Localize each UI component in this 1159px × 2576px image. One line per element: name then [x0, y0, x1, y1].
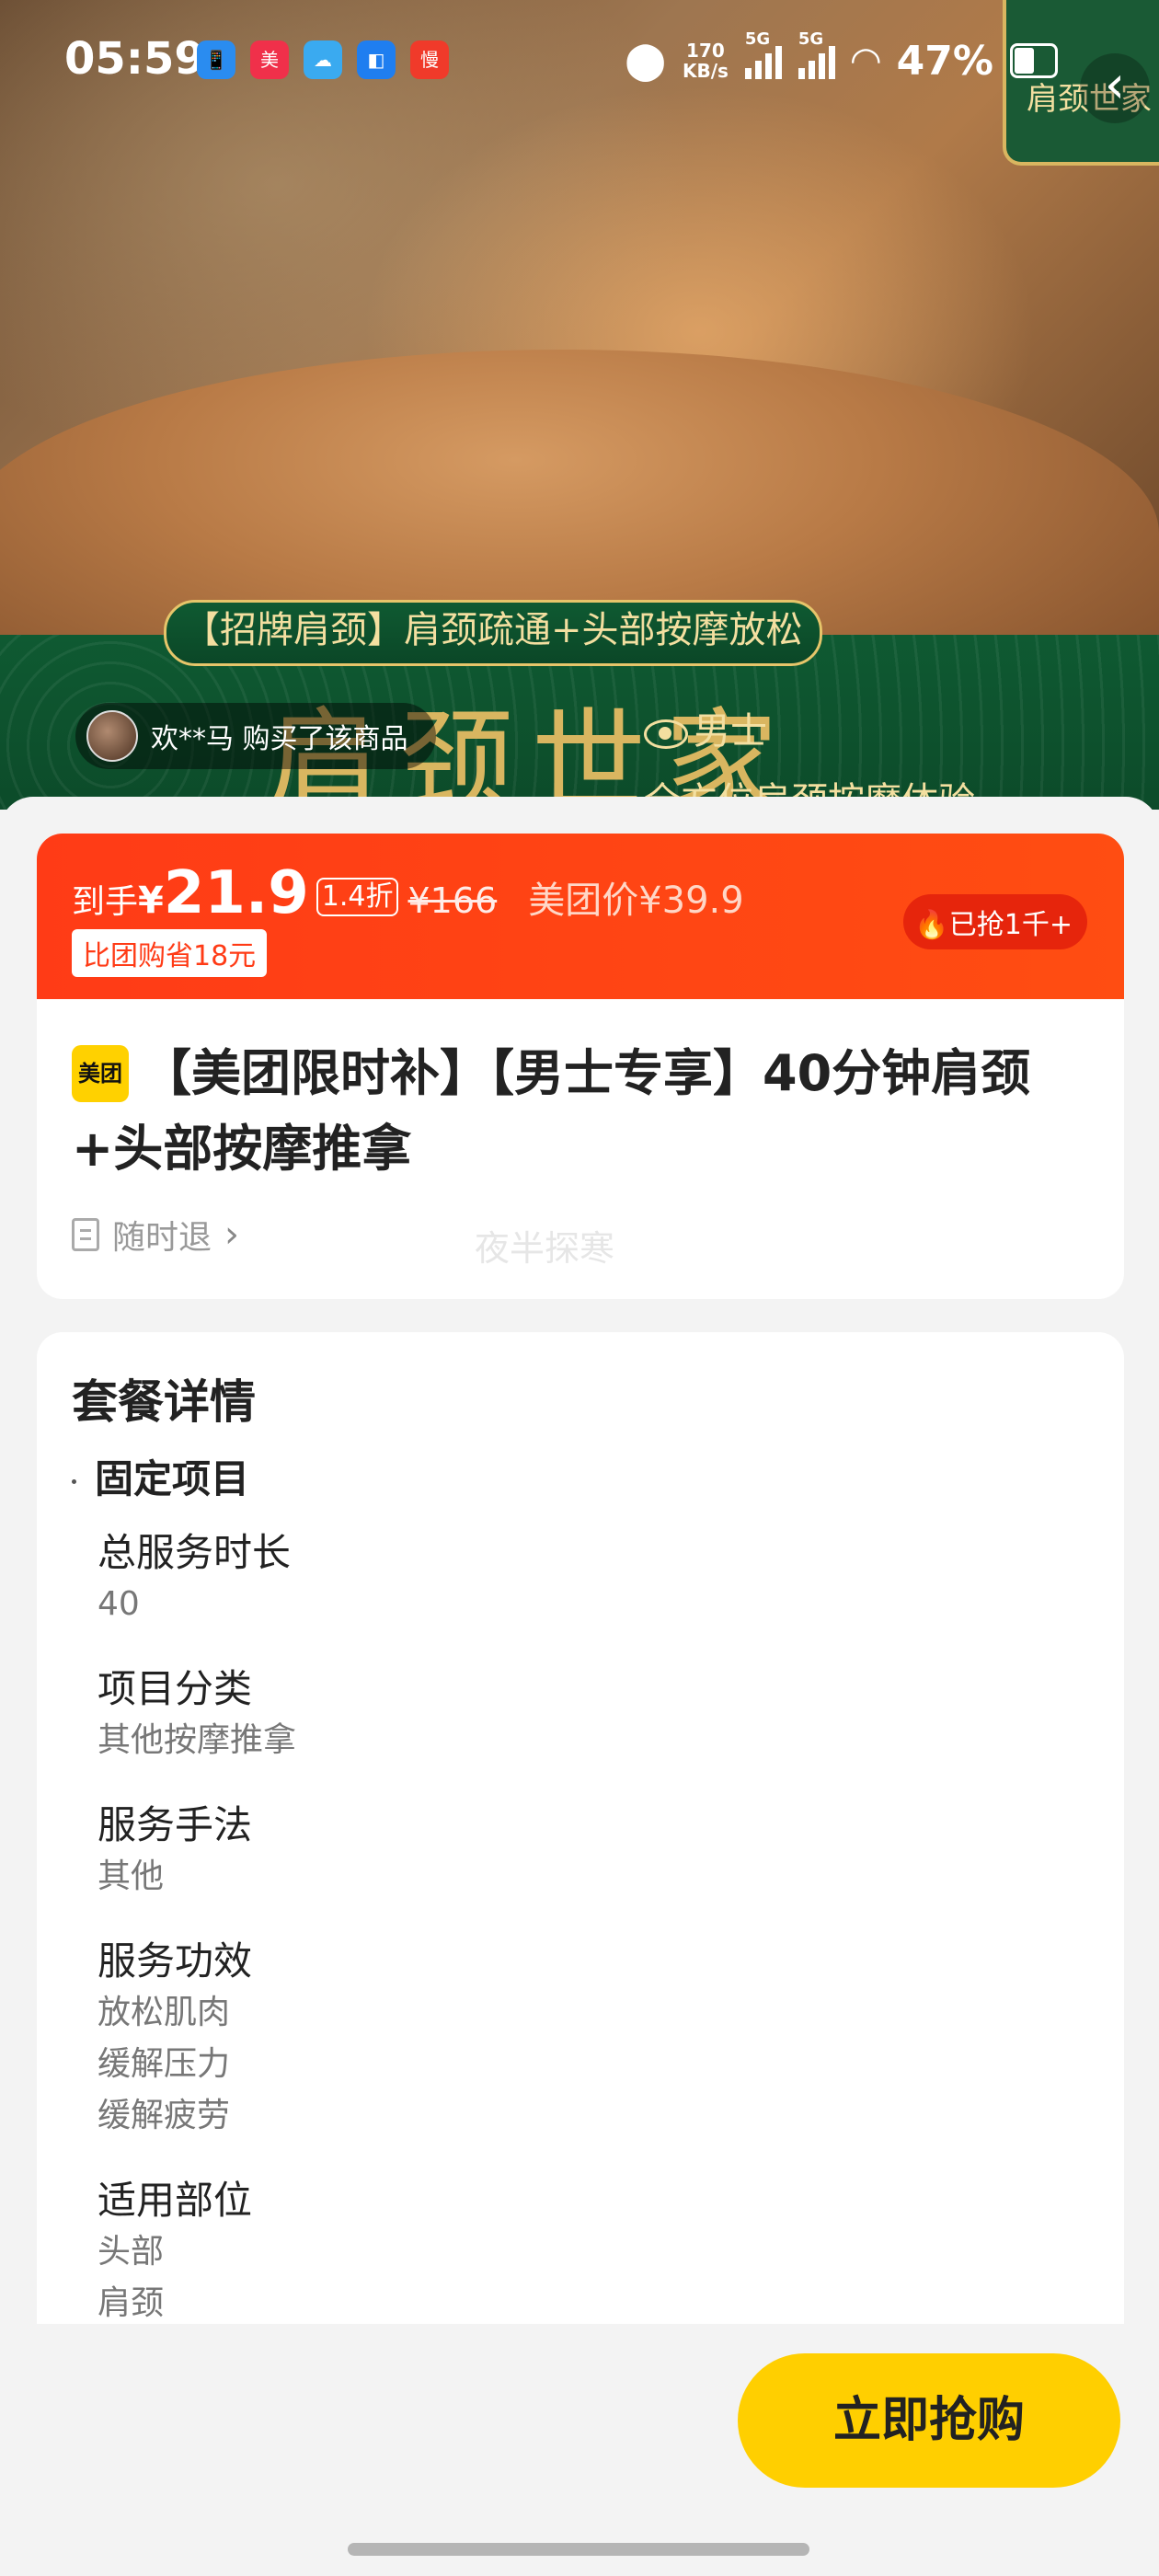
eye-icon [644, 719, 688, 749]
phone-app-icon: 📱 [197, 40, 235, 79]
avatar [86, 710, 138, 762]
sim1-label: 5G [744, 29, 771, 49]
home-indicator[interactable] [348, 2543, 809, 2556]
price-banner: 到手 ¥ 21.9 1.4折 ¥166 美团价¥39.9 比团购省18元 🔥已抢… [37, 834, 1124, 999]
detail-item-value: 其他按摩推拿 [98, 1721, 297, 1759]
meituan-waimai-icon: 美 [250, 40, 289, 79]
hero-male-tag: 男士 [644, 701, 767, 754]
meituan-price: 美团价¥39.9 [528, 880, 744, 922]
back-chevron-icon[interactable]: ‹ [1080, 53, 1150, 123]
detail-item-value: 40 [98, 1585, 140, 1623]
discount-badge: 1.4折 [316, 878, 399, 916]
sold-count-badge: 🔥已抢1千+ [903, 894, 1087, 949]
watermark-text: 夜半探寒 [475, 1228, 615, 1269]
details-group-heading: 固定项目 [72, 1448, 249, 1504]
detail-item-value: 放松肌肉 [98, 1994, 231, 2031]
refund-label: 随时退 [112, 1219, 212, 1257]
details-heading: 套餐详情 [72, 1375, 256, 1429]
product-title: 【美团限时补】【男士专享】40分钟肩颈+头部按摩推拿 [72, 1044, 1031, 1178]
document-icon [72, 1218, 99, 1251]
detail-item: 服务功效放松肌肉缓解压力缓解疲劳 [98, 1936, 252, 2142]
hero-banner-image[interactable]: 【招牌肩颈】肩颈疏通+头部按摩放松 肩颈世家 男士 全方位肩颈按摩体验 肩颈世家 [0, 0, 1159, 810]
detail-item-key: 总服务时长 [98, 1530, 292, 1575]
wifi-icon: ◠ [851, 40, 880, 82]
hero-slogan: 【招牌肩颈】肩颈疏通+头部按摩放松 [164, 600, 822, 666]
detail-item-value: 头部 [98, 2233, 165, 2271]
signal-icon-sim1: 5G [744, 29, 782, 79]
cloud-ai-icon: ☁ [304, 40, 342, 79]
detail-item: 服务手法 其他 [98, 1800, 252, 1903]
buyer-ticker-text: 欢**马 购买了该商品 [151, 723, 408, 755]
price-currency: ¥ [138, 880, 164, 922]
price-row: 到手 ¥ 21.9 1.4折 ¥166 美团价¥39.9 [72, 859, 744, 927]
bottom-action-bar: 立即抢购 [0, 2324, 1159, 2576]
chevron-right-icon: › [224, 1213, 240, 1256]
refund-policy-link[interactable]: 随时退 › [72, 1211, 239, 1259]
detail-item-value: 缓解压力 [98, 2045, 231, 2083]
net-speed-value: 170 [686, 40, 725, 62]
status-time: 05:59 [64, 33, 205, 85]
buyer-ticker: 欢**马 购买了该商品 [75, 703, 436, 769]
status-right: ⬤ 170 KB/s 5G 5G ◠ 47% [625, 29, 1058, 86]
signal-icon-sim2: 5G [798, 29, 835, 79]
detail-item-key: 项目分类 [98, 1666, 253, 1711]
detail-item-value: 肩颈 [98, 2284, 165, 2322]
original-price: ¥166 [407, 880, 498, 921]
net-speed-unit: KB/s [682, 60, 729, 82]
detail-item: 适用部位 头部 肩颈 [98, 2175, 252, 2324]
detail-item-value: 缓解疲劳 [98, 2097, 231, 2134]
detail-item-key: 服务手法 [98, 1802, 253, 1847]
man-app-icon: 慢 [410, 40, 449, 79]
detail-item-key: 服务功效 [98, 1938, 253, 1984]
hero-male-label: 男士 [694, 710, 767, 753]
group-label: 固定项目 [95, 1456, 250, 1501]
sim2-label: 5G [798, 29, 824, 49]
package-details-card: 套餐详情 固定项目 总服务时长 40 项目分类其他按摩推拿服务手法其他服务功效放松肌… [37, 1332, 1124, 2324]
savings-tag: 比团购省18元 [72, 929, 268, 977]
price-label: 到手 [72, 883, 139, 921]
detail-item-value: 其他 [98, 1857, 165, 1895]
detail-item-key: 适用部位 [98, 2178, 253, 2223]
net-speed: 170 KB/s [683, 40, 729, 81]
battery-percent: 47% [896, 37, 993, 85]
bullet-dot [72, 1479, 76, 1484]
detail-item: 总服务时长 40 [98, 1527, 291, 1630]
location-icon: ⬤ [625, 40, 666, 82]
detail-item: 项目分类其他按摩推拿 [98, 1663, 296, 1766]
blue-app-icon: ◧ [357, 40, 396, 79]
buy-now-button[interactable]: 立即抢购 [738, 2353, 1120, 2488]
status-bar: 05:59 📱 美 ☁ ◧ 慢 ⬤ 170 KB/s 5G 5G ◠ 47% [0, 0, 1159, 120]
price-amount: 21.9 [163, 859, 309, 927]
battery-icon [1010, 43, 1058, 78]
